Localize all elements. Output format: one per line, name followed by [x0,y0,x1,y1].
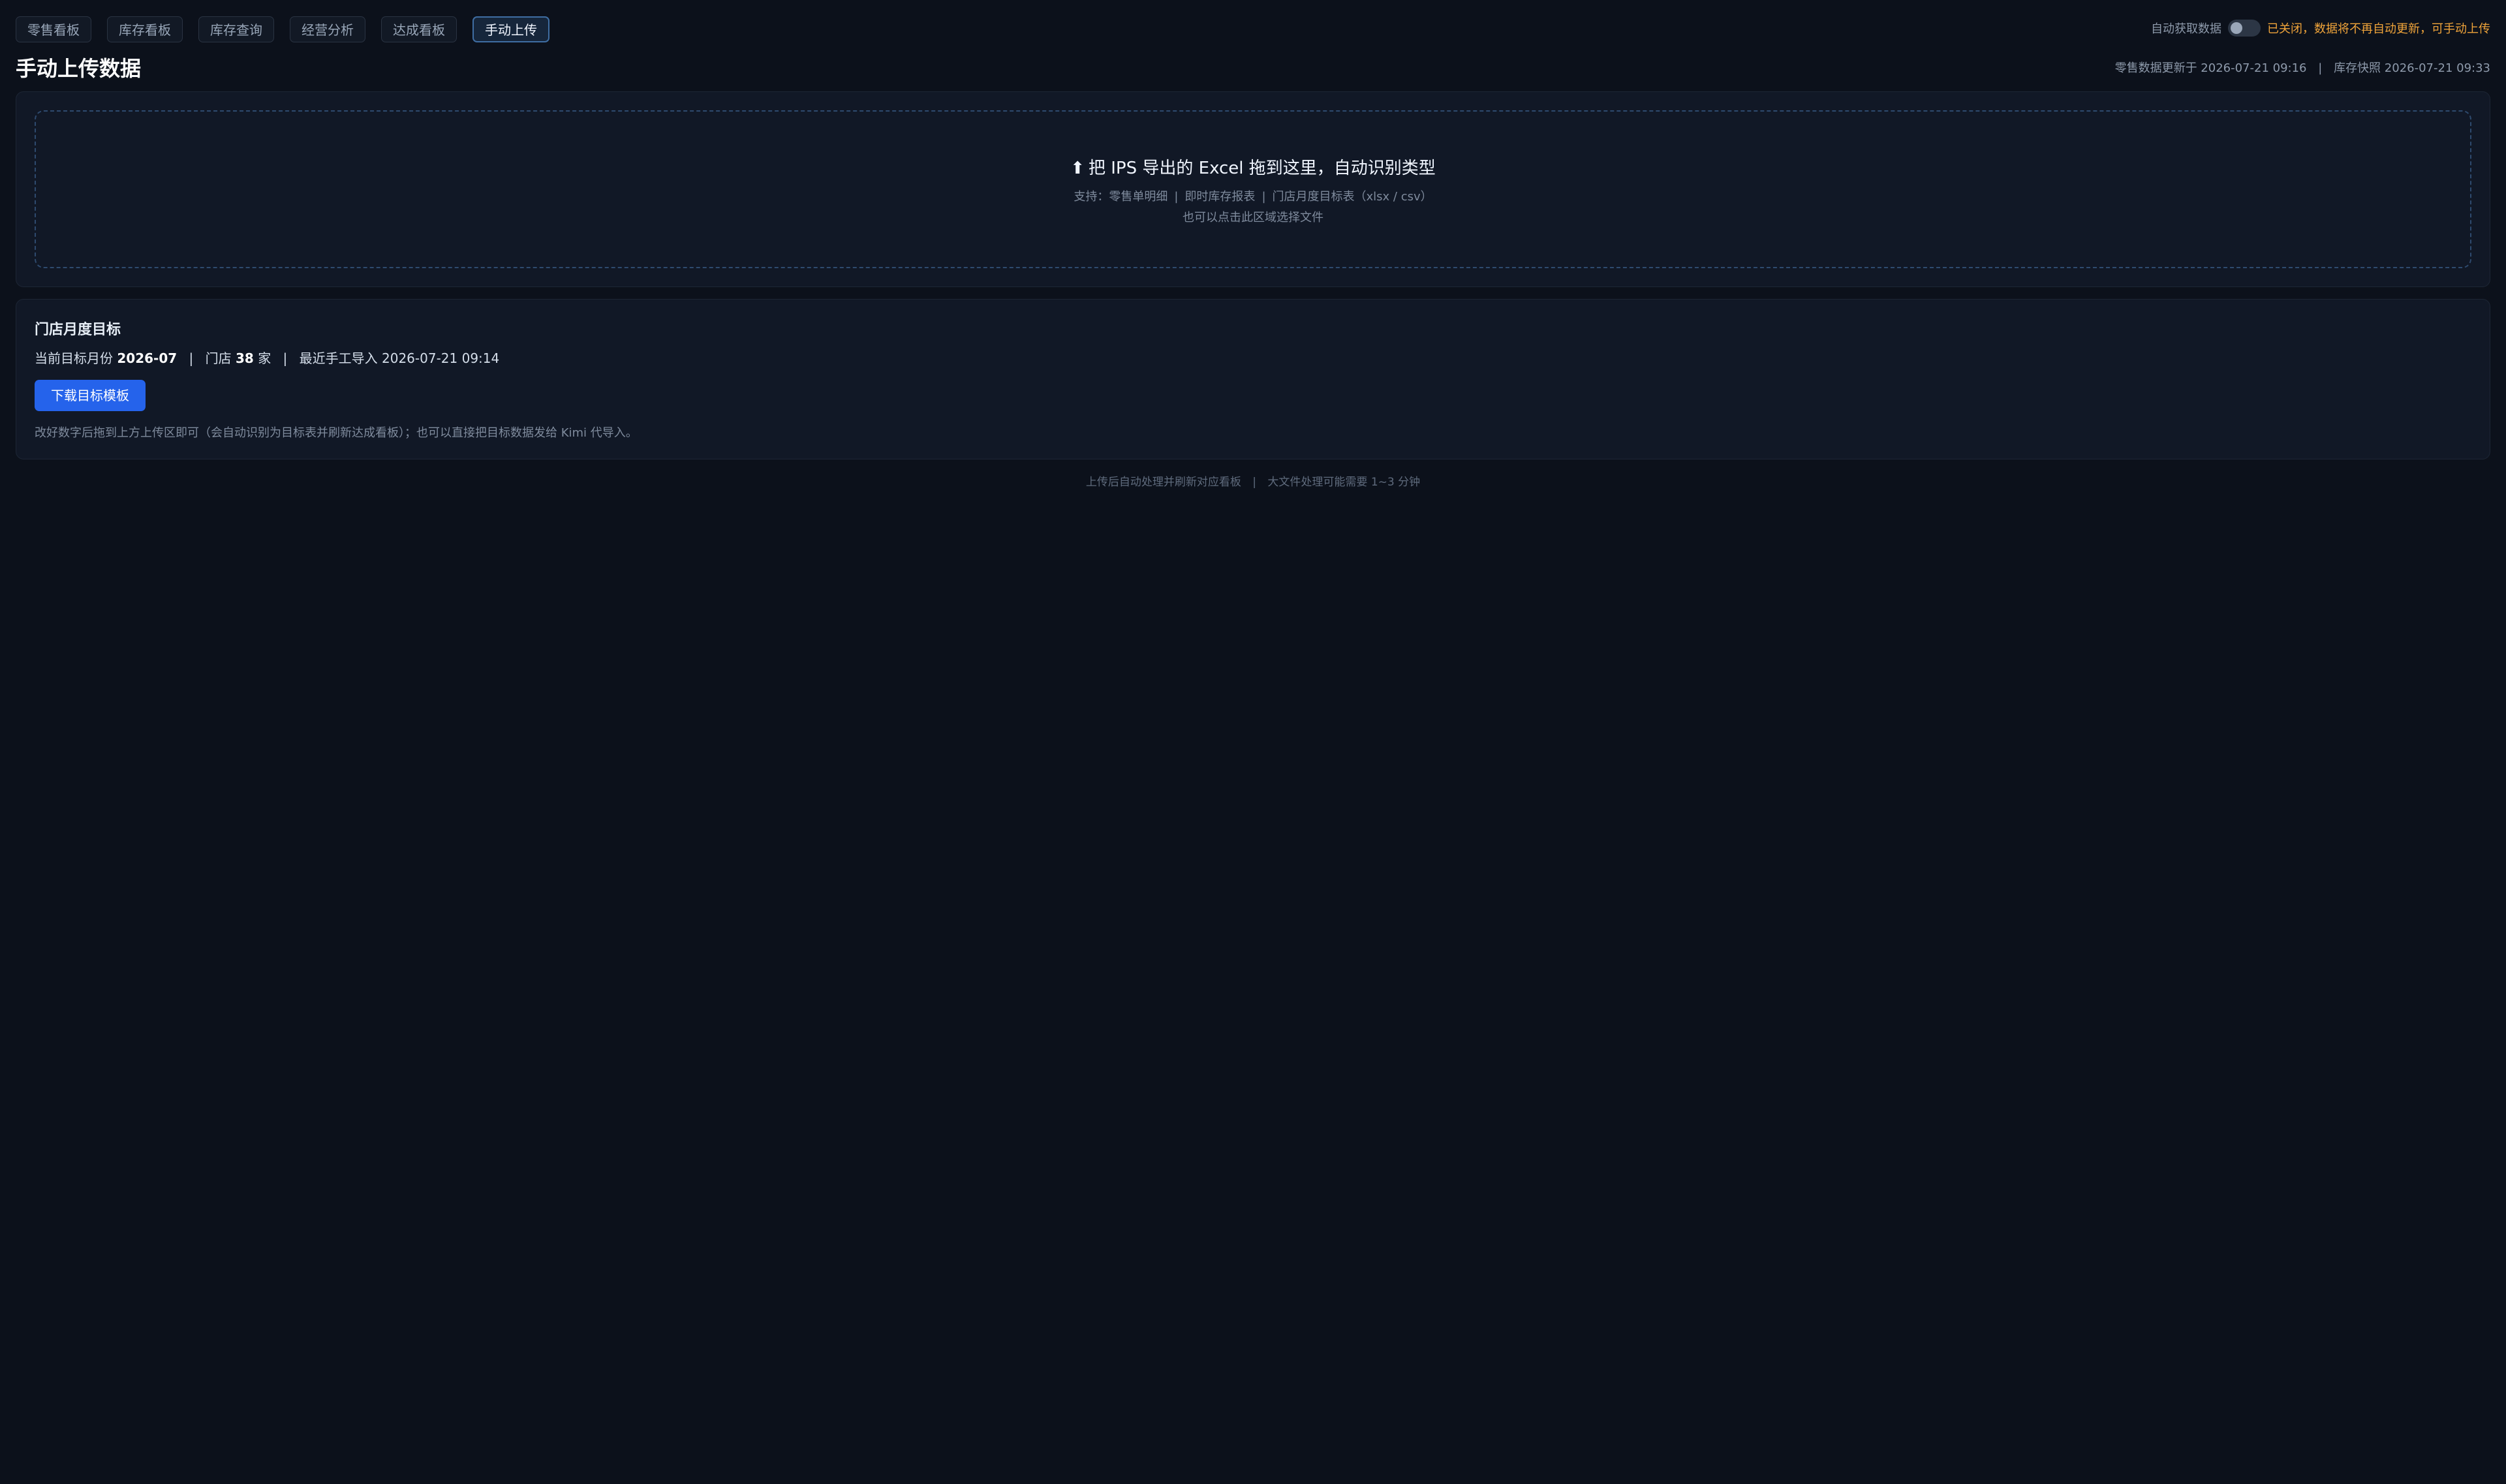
auto-fetch-label: 自动获取数据 [2151,22,2221,36]
auto-fetch-toggle[interactable] [2228,20,2261,37]
dropzone-click-hint: 也可以点击此区域选择文件 [1183,211,1323,224]
tab-achievement-dashboard[interactable]: 达成看板 [381,16,457,42]
store-unit: 家 [258,350,271,366]
auto-fetch-status: 已关闭，数据将不再自动更新，可手动上传 [2267,22,2490,36]
retail-update-time: 零售数据更新于 2026-07-21 09:16 [2114,61,2307,75]
auto-fetch-control: 自动获取数据 已关闭，数据将不再自动更新，可手动上传 [2151,20,2490,37]
store-count: 38 [235,350,254,366]
footer-left: 上传后自动处理并刷新对应看板 [1085,476,1241,489]
supported-type-target: 门店月度目标表（xlsx / csv） [1272,190,1432,204]
supported-types: 支持：零售单明细 | 即时库存报表 | 门店月度目标表（xlsx / csv） [36,187,2470,204]
target-month-label: 当前目标月份 [35,350,113,366]
supported-prefix: 支持： [1074,190,1109,204]
tab-inventory-query[interactable]: 库存查询 [198,16,274,42]
store-label: 门店 [205,350,232,366]
supported-type-retail: 零售单明细 [1109,190,1168,204]
upload-card: ⬆ 把 IPS 导出的 Excel 拖到这里，自动识别类型 支持：零售单明细 | 即时… [16,91,2490,287]
target-hint: 改好数字后拖到上方上传区即可（会自动识别为目标表并刷新达成看板）；也可以直接把目… [35,426,638,440]
target-info-separator: | [283,350,288,366]
target-card-title: 门店月度目标 [35,322,121,338]
update-info-separator: | [2318,61,2323,75]
manual-upload-page: 零售看板 库存看板 库存查询 经营分析 达成看板 手动上传 自动获取数据 已关闭… [0,0,2506,1484]
download-template-button[interactable]: 下载目标模板 [35,380,146,411]
supported-separator: | [1174,190,1179,204]
footer-right: 大文件处理可能需要 1~3 分钟 [1267,476,1421,489]
dropzone-title-text: 把 IPS 导出的 Excel 拖到这里，自动识别类型 [1089,159,1436,178]
toggle-knob [2231,22,2242,34]
tab-manual-upload[interactable]: 手动上传 [472,16,549,42]
tab-retail-dashboard[interactable]: 零售看板 [16,16,91,42]
supported-separator: | [1261,190,1266,204]
upload-dropzone[interactable]: ⬆ 把 IPS 导出的 Excel 拖到这里，自动识别类型 支持：零售单明细 | 即时… [35,110,2471,268]
supported-type-inventory: 即时库存报表 [1184,190,1256,204]
data-update-info: 零售数据更新于 2026-07-21 09:16 | 库存快照 2026-07-… [2115,59,2490,76]
target-info: 当前目标月份 2026-07 | 门店 38 家 | 最近手工导入 2026-0… [35,348,499,367]
tab-business-analysis[interactable]: 经营分析 [290,16,365,42]
last-import-time: 最近手工导入 2026-07-21 09:14 [299,350,500,366]
upload-arrow-icon: ⬆ [1070,159,1085,178]
dropzone-title: ⬆ 把 IPS 导出的 Excel 拖到这里，自动识别类型 [36,155,2470,179]
target-month-value: 2026-07 [117,350,178,366]
top-nav: 零售看板 库存看板 库存查询 经营分析 达成看板 手动上传 [16,16,549,42]
footer-note: 上传后自动处理并刷新对应看板 | 大文件处理可能需要 1~3 分钟 [0,472,2506,489]
tab-inventory-dashboard[interactable]: 库存看板 [107,16,183,42]
target-info-separator: | [189,350,194,366]
monthly-target-card: 门店月度目标 当前目标月份 2026-07 | 门店 38 家 | 最近手工导入… [16,299,2490,459]
footer-separator: | [1252,476,1257,489]
inventory-snapshot-time: 库存快照 2026-07-21 09:33 [2334,61,2490,75]
page-title: 手动上传数据 [16,56,142,81]
